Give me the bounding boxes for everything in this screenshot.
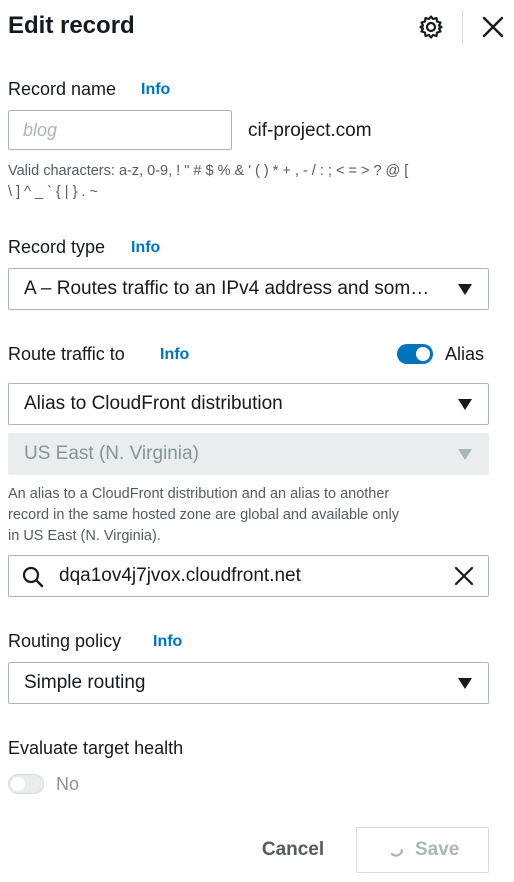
spinner-icon (389, 842, 405, 858)
alias-help-line-1: An alias to a CloudFront distribution an… (8, 486, 390, 502)
record-type-info-link[interactable]: Info (131, 236, 160, 260)
header-divider (462, 10, 463, 44)
save-button-label: Save (415, 839, 460, 860)
caret-down-icon (458, 284, 472, 295)
caret-down-icon (458, 449, 472, 460)
alias-toggle-label: Alias (445, 344, 485, 364)
target-health-label: Evaluate target health (8, 738, 184, 758)
gear-icon[interactable] (418, 14, 444, 40)
record-type-value: A – Routes traffic to an IPv4 address an… (24, 278, 434, 299)
target-health-toggle[interactable] (8, 774, 44, 794)
route-traffic-label: Route traffic to (8, 344, 125, 364)
panel-title: Edit record (8, 12, 135, 39)
routing-policy-select[interactable]: Simple routing (8, 662, 489, 704)
record-type-label: Record type (8, 237, 106, 257)
toggle-knob (11, 777, 25, 791)
routing-policy-label: Routing policy (8, 631, 122, 651)
record-type-select[interactable]: A – Routes traffic to an IPv4 address an… (8, 268, 489, 310)
domain-suffix: cif-project.com (248, 120, 372, 141)
routing-policy-info-link[interactable]: Info (153, 630, 182, 654)
route-traffic-info-link[interactable]: Info (160, 343, 189, 367)
region-value: US East (N. Virginia) (24, 443, 199, 464)
distribution-search[interactable]: dqa1ov4j7jvox.cloudfront.net (8, 555, 489, 597)
cancel-button[interactable]: Cancel (250, 827, 336, 873)
save-button[interactable]: Save (356, 827, 489, 873)
record-name-input[interactable] (8, 110, 232, 150)
close-icon[interactable] (481, 15, 505, 39)
clear-icon[interactable] (453, 565, 475, 587)
toggle-knob (416, 347, 430, 361)
record-name-label: Record name (8, 79, 117, 99)
region-select: US East (N. Virginia) (8, 433, 489, 475)
record-name-help-line-2: \ ] ^ _ ` { | } . ~ (8, 184, 98, 200)
record-name-info-link[interactable]: Info (141, 78, 170, 102)
alias-toggle[interactable] (397, 344, 433, 364)
endpoint-value: Alias to CloudFront distribution (24, 393, 283, 414)
target-health-toggle-label: No (56, 774, 80, 794)
search-value: dqa1ov4j7jvox.cloudfront.net (59, 565, 301, 586)
search-icon (21, 565, 45, 589)
endpoint-select[interactable]: Alias to CloudFront distribution (8, 383, 489, 425)
alias-help-line-2: record in the same hosted zone are globa… (8, 507, 399, 523)
caret-down-icon (458, 678, 472, 689)
alias-help-line-3: in US East (N. Virginia). (8, 528, 161, 544)
caret-down-icon (458, 399, 472, 410)
record-name-help-line-1: Valid characters: a-z, 0-9, ! " # $ % & … (8, 163, 409, 179)
routing-policy-value: Simple routing (24, 672, 146, 693)
